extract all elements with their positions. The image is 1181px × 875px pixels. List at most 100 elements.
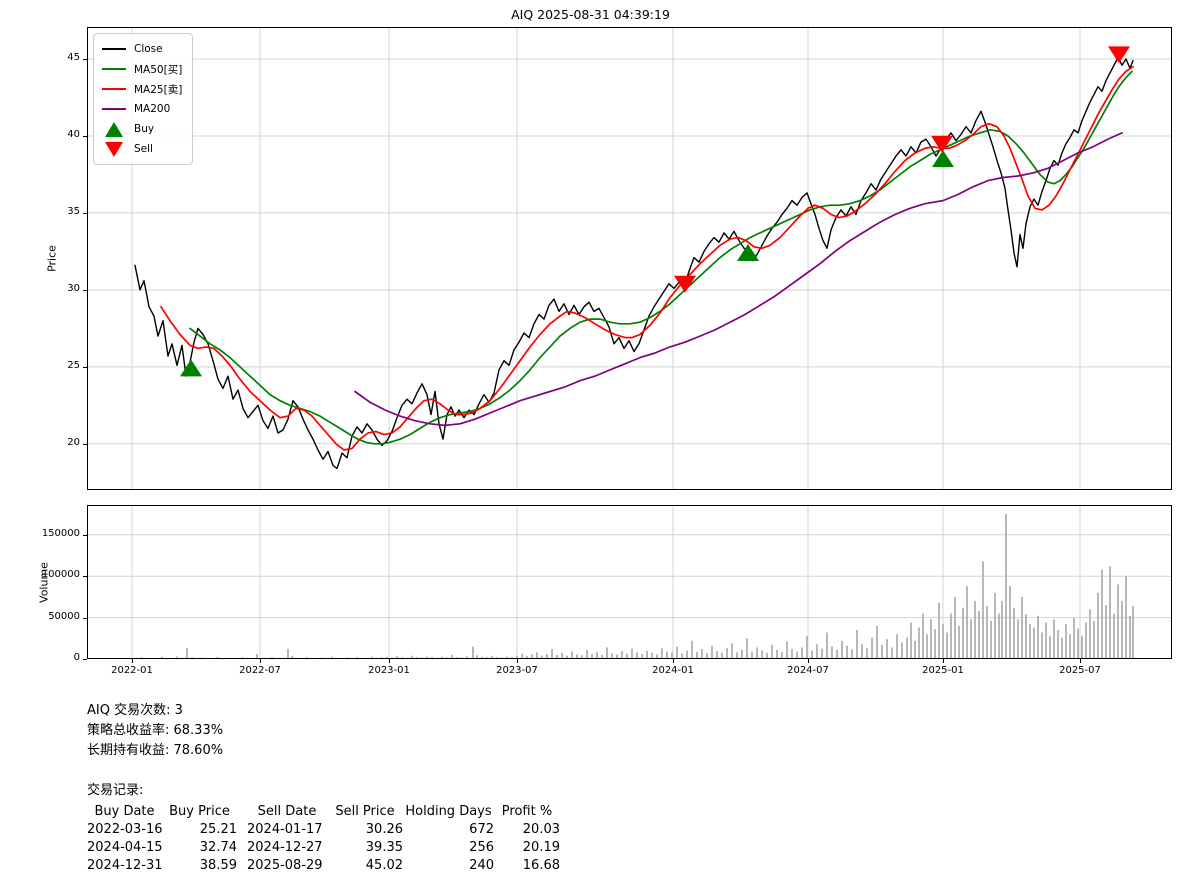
volume-bar (666, 652, 668, 660)
buy-price-cell: 32.74 (162, 839, 237, 857)
volume-bar (966, 586, 968, 659)
volume-bar (841, 641, 843, 659)
volume-bar (866, 648, 868, 659)
x-tick-label: 2022-07 (228, 665, 292, 676)
profit-cell: 20.03 (494, 821, 560, 839)
table-row: 2024-12-31 38.59 2025-08-29 45.02 240 16… (87, 857, 560, 875)
volume-bar (821, 649, 823, 659)
volume-bar (962, 608, 964, 659)
volume-bar (1077, 628, 1079, 659)
legend-label: MA25[卖] (134, 82, 182, 97)
legend-item-ma25: MA25[卖] (102, 79, 182, 99)
volume-bar (930, 619, 932, 659)
volume-bar (861, 644, 863, 659)
strategy-return-line: 策略总收益率: 68.33% (87, 721, 223, 741)
volume-bar (716, 651, 718, 659)
legend-item-sell: Sell (102, 139, 182, 159)
volume-bar (596, 652, 598, 659)
volume-bar (1129, 616, 1131, 659)
volume-bar (741, 650, 743, 659)
volume-bar (886, 639, 888, 659)
volume-bar (1081, 636, 1083, 659)
volume-bar (1025, 614, 1027, 659)
volume-bar (926, 634, 928, 659)
volume-bar (1125, 576, 1127, 659)
holding-days-cell: 672 (403, 821, 494, 839)
x-tick-label: 2023-01 (357, 665, 421, 676)
volume-bar (942, 624, 944, 659)
trades-table: Buy Date Buy Price Sell Date Sell Price … (87, 803, 560, 875)
volume-plot (87, 505, 1172, 659)
hold-return-line: 长期持有收益: 78.60% (87, 741, 223, 761)
volume-bar (1113, 614, 1115, 660)
ma25-line-swatch-icon (102, 88, 126, 90)
volume-tick-label: 100000 (28, 569, 80, 580)
volume-bar (906, 638, 908, 660)
volume-bar (1001, 601, 1003, 659)
volume-bar (1132, 606, 1134, 659)
volume-bar (761, 650, 763, 659)
volume-bar (1101, 570, 1103, 659)
buy-marker (180, 359, 202, 376)
volume-bar (1009, 586, 1011, 659)
volume-bar (631, 649, 633, 659)
trades-table-header: Buy Date Buy Price Sell Date Sell Price … (87, 803, 560, 821)
volume-bar (896, 634, 898, 659)
chart-title: AIQ 2025-08-31 04:39:19 (0, 7, 1181, 22)
ma50-series-line (190, 71, 1132, 444)
volume-axis-label: Volume (38, 553, 51, 613)
volume-bar (756, 647, 758, 659)
volume-bar (881, 645, 883, 659)
sell-date-cell: 2024-12-27 (237, 839, 327, 857)
col-header-sell-date: Sell Date (237, 803, 327, 821)
volume-bar (1069, 634, 1071, 659)
volume-bar (776, 650, 778, 659)
close-series-line (135, 58, 1133, 469)
legend-label: Close (134, 43, 163, 55)
profit-cell: 16.68 (494, 857, 560, 875)
price-tick-mark (83, 136, 87, 137)
volume-bar (846, 646, 848, 659)
volume-bar (1021, 597, 1023, 659)
price-tick-mark (83, 213, 87, 214)
volume-bar (551, 649, 553, 659)
strategy-stats: AIQ 交易次数: 3 策略总收益率: 68.33% 长期持有收益: 78.60… (87, 701, 223, 761)
volume-bar (836, 650, 838, 659)
buy-price-cell: 25.21 (162, 821, 237, 839)
ma200-series-line (355, 133, 1122, 426)
volume-bar (571, 652, 573, 660)
volume-tick-mark (83, 535, 87, 536)
price-tick-label: 40 (28, 129, 80, 140)
profit-cell: 20.19 (494, 839, 560, 857)
x-tick-label: 2023-07 (485, 665, 549, 676)
x-tick-label: 2025-07 (1048, 665, 1112, 676)
volume-bar (751, 652, 753, 660)
volume-bar (726, 648, 728, 659)
volume-bar (472, 647, 474, 659)
volume-tick-label: 50000 (28, 611, 80, 622)
ma50-line-swatch-icon (102, 68, 126, 70)
volume-bar (950, 614, 952, 660)
trade-count-line: AIQ 交易次数: 3 (87, 701, 223, 721)
volume-bar (1041, 633, 1043, 660)
volume-bar (771, 645, 773, 659)
x-tick-label: 2022-01 (100, 665, 164, 676)
ma200-line-swatch-icon (102, 108, 126, 110)
volume-bar (974, 601, 976, 659)
volume-bar (1005, 514, 1007, 659)
legend-label: Buy (134, 123, 154, 135)
volume-bar (646, 651, 648, 659)
volume-bar (826, 633, 828, 660)
volume-bar (970, 619, 972, 659)
x-tick-mark (808, 659, 809, 663)
legend: Close MA50[买] MA25[卖] MA200 Buy Sell (93, 33, 193, 165)
volume-bar (691, 641, 693, 659)
price-tick-mark (83, 444, 87, 445)
sell-price-cell: 30.26 (327, 821, 403, 839)
volume-bar (891, 647, 893, 659)
price-tick-mark (83, 290, 87, 291)
legend-label: Sell (134, 143, 153, 155)
volume-bar (1049, 636, 1051, 659)
volume-bar (914, 641, 916, 659)
sell-date-cell: 2025-08-29 (237, 857, 327, 875)
